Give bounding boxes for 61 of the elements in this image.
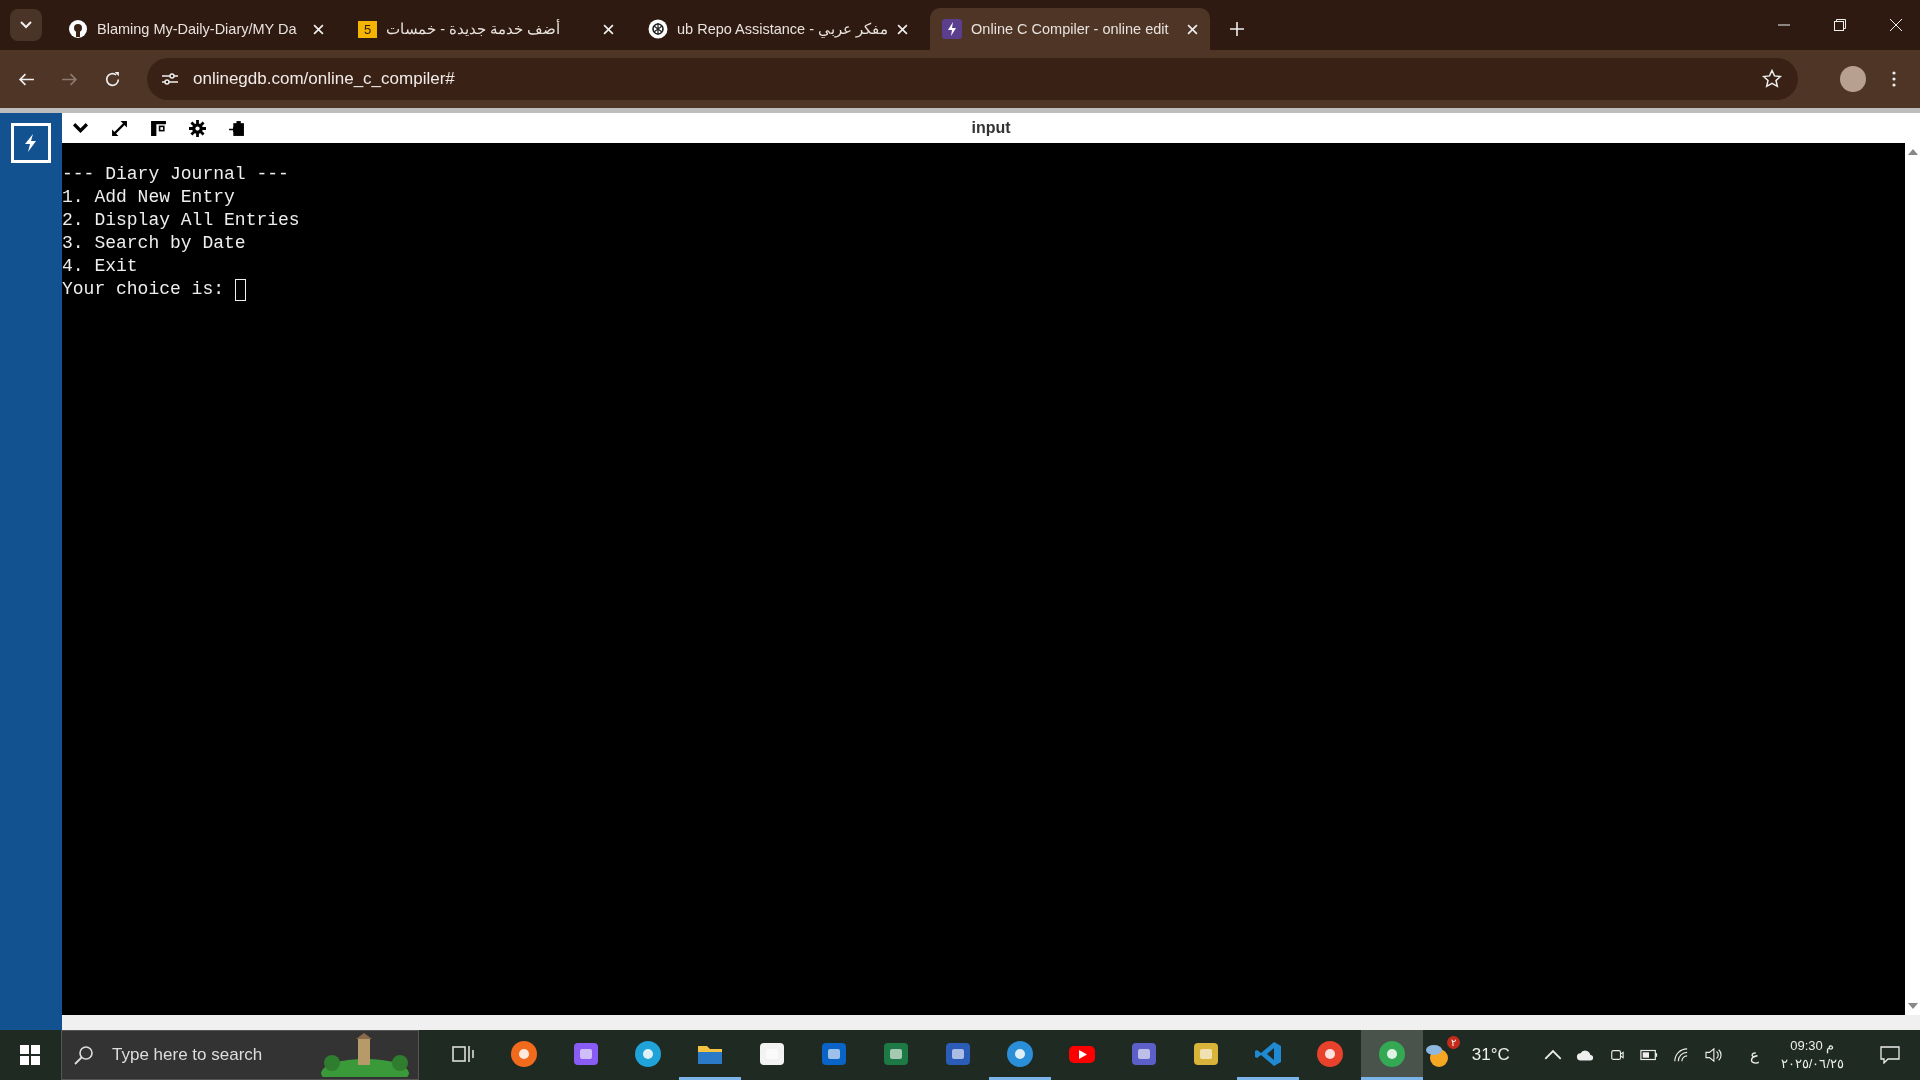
profile-avatar[interactable] xyxy=(1840,66,1866,92)
reload-icon[interactable] xyxy=(104,70,121,88)
browser-tab[interactable]: Online C Compiler - online edit xyxy=(930,8,1211,50)
search-field[interactable]: Type here to search xyxy=(61,1030,419,1080)
cloud-icon[interactable] xyxy=(1575,1048,1594,1062)
terminal-prompt: Your choice is: xyxy=(62,278,226,301)
clock-time: 09:30 م xyxy=(1790,1037,1835,1055)
bookmark-star-icon[interactable] xyxy=(1762,69,1782,89)
browser-tab[interactable]: ub Repo Assistance - مفكر عربي xyxy=(636,8,921,50)
battery-icon[interactable] xyxy=(1639,1048,1658,1062)
tab-title: Online C Compiler - online edit xyxy=(971,21,1169,37)
address-field[interactable]: onlinegdb.com/online_c_compiler# xyxy=(147,58,1798,100)
tab-search-button[interactable] xyxy=(10,9,42,41)
site-settings-icon[interactable] xyxy=(161,72,179,86)
new-tab-icon[interactable] xyxy=(1230,22,1245,36)
clock-date: ٢٠٢٥/٠٦/٢٥ xyxy=(1780,1055,1844,1073)
tab-title: Blaming My-Daily-Diary/MY Da xyxy=(97,21,297,37)
chevron-up-icon[interactable] xyxy=(1543,1048,1562,1062)
text-cursor[interactable] xyxy=(234,278,246,301)
close-icon[interactable] xyxy=(897,23,909,35)
panel-title: input xyxy=(971,119,1011,137)
tab-title: أضف خدمة جديدة - خمسات xyxy=(386,21,561,37)
windows-start-icon[interactable] xyxy=(20,1045,40,1065)
tab-favicon: 5 xyxy=(358,20,378,38)
search-icon xyxy=(74,1045,94,1065)
notifications-icon[interactable] xyxy=(1880,1046,1900,1064)
scroll-up-icon[interactable] xyxy=(1907,149,1918,155)
terminal-line: 4. Exit xyxy=(62,255,139,278)
clipboard-icon[interactable] xyxy=(228,119,245,137)
clock[interactable]: 09:30 م ٢٠٢٥/٠٦/٢٥ xyxy=(1780,1037,1844,1073)
speaker-icon[interactable] xyxy=(1703,1048,1722,1062)
notification-badge: ٢ xyxy=(1446,1036,1460,1049)
close-icon[interactable] xyxy=(1890,19,1902,31)
office-icon xyxy=(1316,1039,1344,1068)
lightning-logo-icon[interactable] xyxy=(11,123,51,163)
browser-icon xyxy=(634,1039,662,1068)
restore-icon[interactable] xyxy=(1834,19,1846,31)
browser-tab[interactable]: Blaming My-Daily-Diary/MY Da xyxy=(56,8,336,50)
settings-icon[interactable] xyxy=(189,119,206,137)
input-language[interactable]: ع xyxy=(1749,1046,1759,1064)
wifi-icon[interactable] xyxy=(1671,1048,1690,1062)
browser-icon xyxy=(510,1039,538,1068)
more-options-icon[interactable] xyxy=(1892,71,1896,87)
scroll-down-icon[interactable] xyxy=(1907,1003,1918,1009)
close-icon[interactable] xyxy=(603,23,614,35)
temperature: 31°C xyxy=(1471,1045,1510,1065)
expand-icon[interactable] xyxy=(111,119,128,137)
close-icon[interactable] xyxy=(313,23,324,35)
terminal-line: 3. Search by Date xyxy=(62,232,247,255)
layout-icon[interactable] xyxy=(150,119,167,137)
code-editor-icon xyxy=(1254,1039,1282,1068)
browser-icon xyxy=(1006,1039,1034,1068)
close-icon[interactable] xyxy=(1187,23,1199,35)
chevron-down-icon xyxy=(20,21,32,29)
lightning-icon xyxy=(942,19,963,39)
taskbar-app[interactable] xyxy=(1361,1030,1423,1080)
terminal-line: --- Diary Journal --- xyxy=(62,163,290,186)
tab-title: ub Repo Assistance - مفكر عربي xyxy=(677,21,889,37)
terminal-line: 1. Add New Entry xyxy=(62,186,236,209)
browser-icon xyxy=(1378,1039,1406,1068)
terminal-line: 2. Display All Entries xyxy=(62,209,301,232)
